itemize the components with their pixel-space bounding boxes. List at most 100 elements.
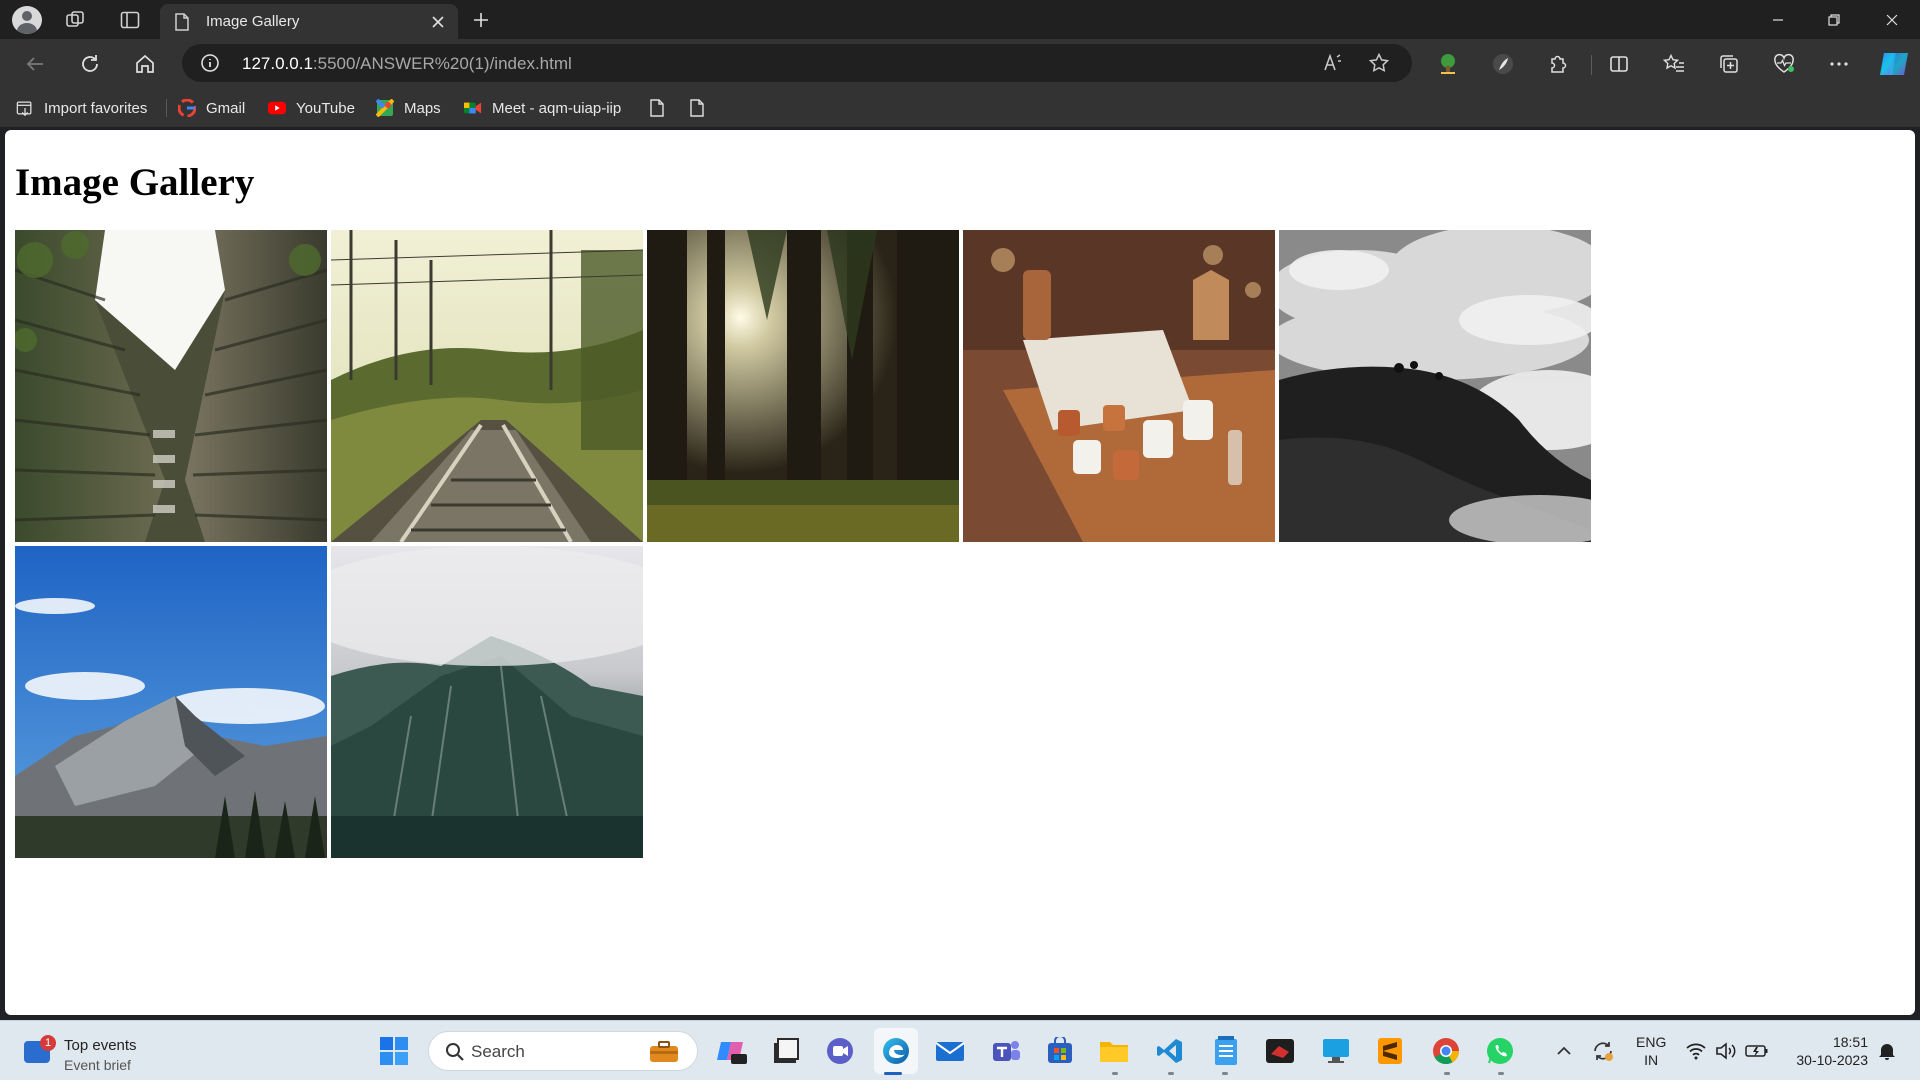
meet-icon bbox=[464, 99, 482, 117]
file-manager-icon[interactable] bbox=[770, 1035, 802, 1067]
windows-start-icon[interactable] bbox=[380, 1037, 408, 1065]
language-region: IN bbox=[1644, 1052, 1659, 1068]
gallery-image-mountain-blue-sky[interactable] bbox=[15, 546, 327, 858]
running-indicator bbox=[1222, 1072, 1228, 1075]
profile-avatar-icon[interactable] bbox=[12, 6, 42, 34]
toolbar-separator bbox=[1591, 55, 1592, 75]
clock-time: 18:51 bbox=[1832, 1034, 1868, 1050]
clock-date: 30-10-2023 bbox=[1796, 1052, 1868, 1068]
search-label: Search bbox=[471, 1042, 525, 1061]
notepad-icon[interactable] bbox=[1210, 1035, 1242, 1067]
taskbar-search[interactable]: Search bbox=[428, 1031, 698, 1071]
chrome-icon[interactable] bbox=[1430, 1035, 1462, 1067]
extension-feather-icon[interactable] bbox=[1490, 51, 1516, 77]
favorite-star-icon[interactable] bbox=[1368, 52, 1390, 79]
new-tab-button[interactable] bbox=[468, 7, 494, 33]
favorite-label: Import favorites bbox=[44, 99, 148, 117]
chevron-up-icon[interactable] bbox=[1552, 1035, 1576, 1067]
home-icon[interactable] bbox=[132, 51, 158, 77]
browser-essentials-icon[interactable] bbox=[1771, 51, 1797, 77]
minimize-button[interactable] bbox=[1750, 0, 1806, 39]
favorite-gmail[interactable]: Gmail bbox=[178, 97, 245, 119]
favorite-page-2[interactable] bbox=[688, 97, 706, 119]
notification-bell-icon[interactable] bbox=[1874, 1035, 1900, 1067]
favorite-label: Maps bbox=[404, 99, 441, 117]
running-indicator bbox=[1498, 1072, 1504, 1075]
running-indicator bbox=[1168, 1072, 1174, 1075]
copilot-preview-icon[interactable] bbox=[716, 1035, 748, 1067]
url-path: :5500/ANSWER%20(1)/index.html bbox=[312, 54, 572, 73]
url-host: 127.0.0.1 bbox=[242, 54, 313, 73]
running-indicator bbox=[1112, 1072, 1118, 1075]
tab-title: Image Gallery bbox=[206, 13, 300, 30]
teams-icon[interactable] bbox=[990, 1035, 1022, 1067]
favorite-import[interactable]: Import favorites bbox=[16, 97, 147, 119]
youtube-icon bbox=[268, 99, 286, 117]
maps-icon bbox=[376, 99, 394, 117]
language-indicator[interactable]: ENG IN bbox=[1636, 1033, 1666, 1069]
taskbar: 1 Top events Event brief Search ENG IN 1… bbox=[0, 1020, 1920, 1080]
workspaces-icon[interactable] bbox=[64, 8, 88, 32]
favorite-youtube[interactable]: YouTube bbox=[268, 97, 355, 119]
split-screen-icon[interactable] bbox=[1606, 51, 1632, 77]
favorite-label: Meet - aqm-uiap-iip bbox=[492, 99, 622, 117]
page-icon bbox=[688, 99, 706, 117]
back-arrow-icon[interactable] bbox=[22, 51, 48, 77]
vscode-icon[interactable] bbox=[1154, 1035, 1186, 1067]
favorites-list-icon[interactable] bbox=[1661, 51, 1687, 77]
widgets-button[interactable]: 1 Top events Event brief bbox=[20, 1031, 180, 1073]
gallery-image-building-courtyard[interactable] bbox=[15, 230, 327, 542]
folder-icon[interactable] bbox=[1098, 1035, 1130, 1067]
page-icon bbox=[648, 99, 666, 117]
favorites-separator bbox=[166, 99, 167, 117]
battery-icon[interactable] bbox=[1742, 1035, 1772, 1067]
browser-toolbar: 127.0.0.1:5500/ANSWER%20(1)/index.html bbox=[0, 39, 1920, 88]
wifi-icon[interactable] bbox=[1682, 1035, 1710, 1067]
web-page-viewport: Image Gallery bbox=[5, 130, 1915, 1015]
refresh-icon[interactable] bbox=[77, 51, 103, 77]
sublime-text-icon[interactable] bbox=[1374, 1035, 1406, 1067]
favorite-label: YouTube bbox=[296, 99, 355, 117]
site-info-icon[interactable] bbox=[200, 53, 220, 78]
tab-image-gallery[interactable]: Image Gallery bbox=[160, 4, 458, 39]
video-chat-icon[interactable] bbox=[824, 1035, 856, 1067]
whatsapp-icon[interactable] bbox=[1484, 1035, 1516, 1067]
close-tab-icon[interactable] bbox=[428, 12, 448, 32]
address-bar[interactable]: 127.0.0.1:5500/ANSWER%20(1)/index.html bbox=[182, 44, 1412, 82]
read-aloud-icon[interactable] bbox=[1322, 52, 1344, 79]
favorite-label: Gmail bbox=[206, 99, 246, 117]
remote-desktop-icon[interactable] bbox=[1320, 1035, 1352, 1067]
favorites-bar: Import favorites Gmail YouTube Maps Meet… bbox=[0, 88, 1920, 127]
game-app-icon[interactable] bbox=[1264, 1035, 1296, 1067]
favorite-page-1[interactable] bbox=[648, 97, 666, 119]
volume-icon[interactable] bbox=[1712, 1035, 1740, 1067]
extensions-puzzle-icon[interactable] bbox=[1545, 51, 1571, 77]
close-window-button[interactable] bbox=[1864, 0, 1920, 39]
restore-button[interactable] bbox=[1806, 0, 1862, 39]
gallery-image-sunlit-forest[interactable] bbox=[647, 230, 959, 542]
copilot-icon[interactable] bbox=[1878, 49, 1910, 79]
gallery-image-misty-cliff[interactable] bbox=[331, 546, 643, 858]
store-icon[interactable] bbox=[1044, 1035, 1076, 1067]
gallery-image-clouds-over-hills[interactable] bbox=[1279, 230, 1591, 542]
sync-icon[interactable] bbox=[1588, 1035, 1618, 1067]
more-options-icon[interactable] bbox=[1826, 51, 1852, 77]
clock[interactable]: 18:51 30-10-2023 bbox=[1784, 1033, 1868, 1069]
extension-tree-icon[interactable] bbox=[1435, 51, 1461, 77]
vertical-tabs-icon[interactable] bbox=[118, 8, 142, 32]
widget-subtitle: Event brief bbox=[64, 1057, 131, 1073]
notification-badge: 1 bbox=[40, 1035, 56, 1051]
import-icon bbox=[16, 99, 34, 117]
favorite-maps[interactable]: Maps bbox=[376, 97, 441, 119]
mail-icon[interactable] bbox=[934, 1035, 966, 1067]
page-title: Image Gallery bbox=[15, 161, 255, 204]
favorite-meet[interactable]: Meet - aqm-uiap-iip bbox=[464, 97, 621, 119]
edge-browser-icon[interactable] bbox=[880, 1035, 912, 1067]
collections-icon[interactable] bbox=[1716, 51, 1742, 77]
gallery-image-railway-track[interactable] bbox=[331, 230, 643, 542]
language-code: ENG bbox=[1636, 1034, 1667, 1050]
gallery-image-cafe-table-cups[interactable] bbox=[963, 230, 1275, 542]
url-text[interactable]: 127.0.0.1:5500/ANSWER%20(1)/index.html bbox=[242, 54, 572, 74]
page-icon bbox=[174, 13, 190, 36]
search-icon bbox=[445, 1042, 465, 1067]
